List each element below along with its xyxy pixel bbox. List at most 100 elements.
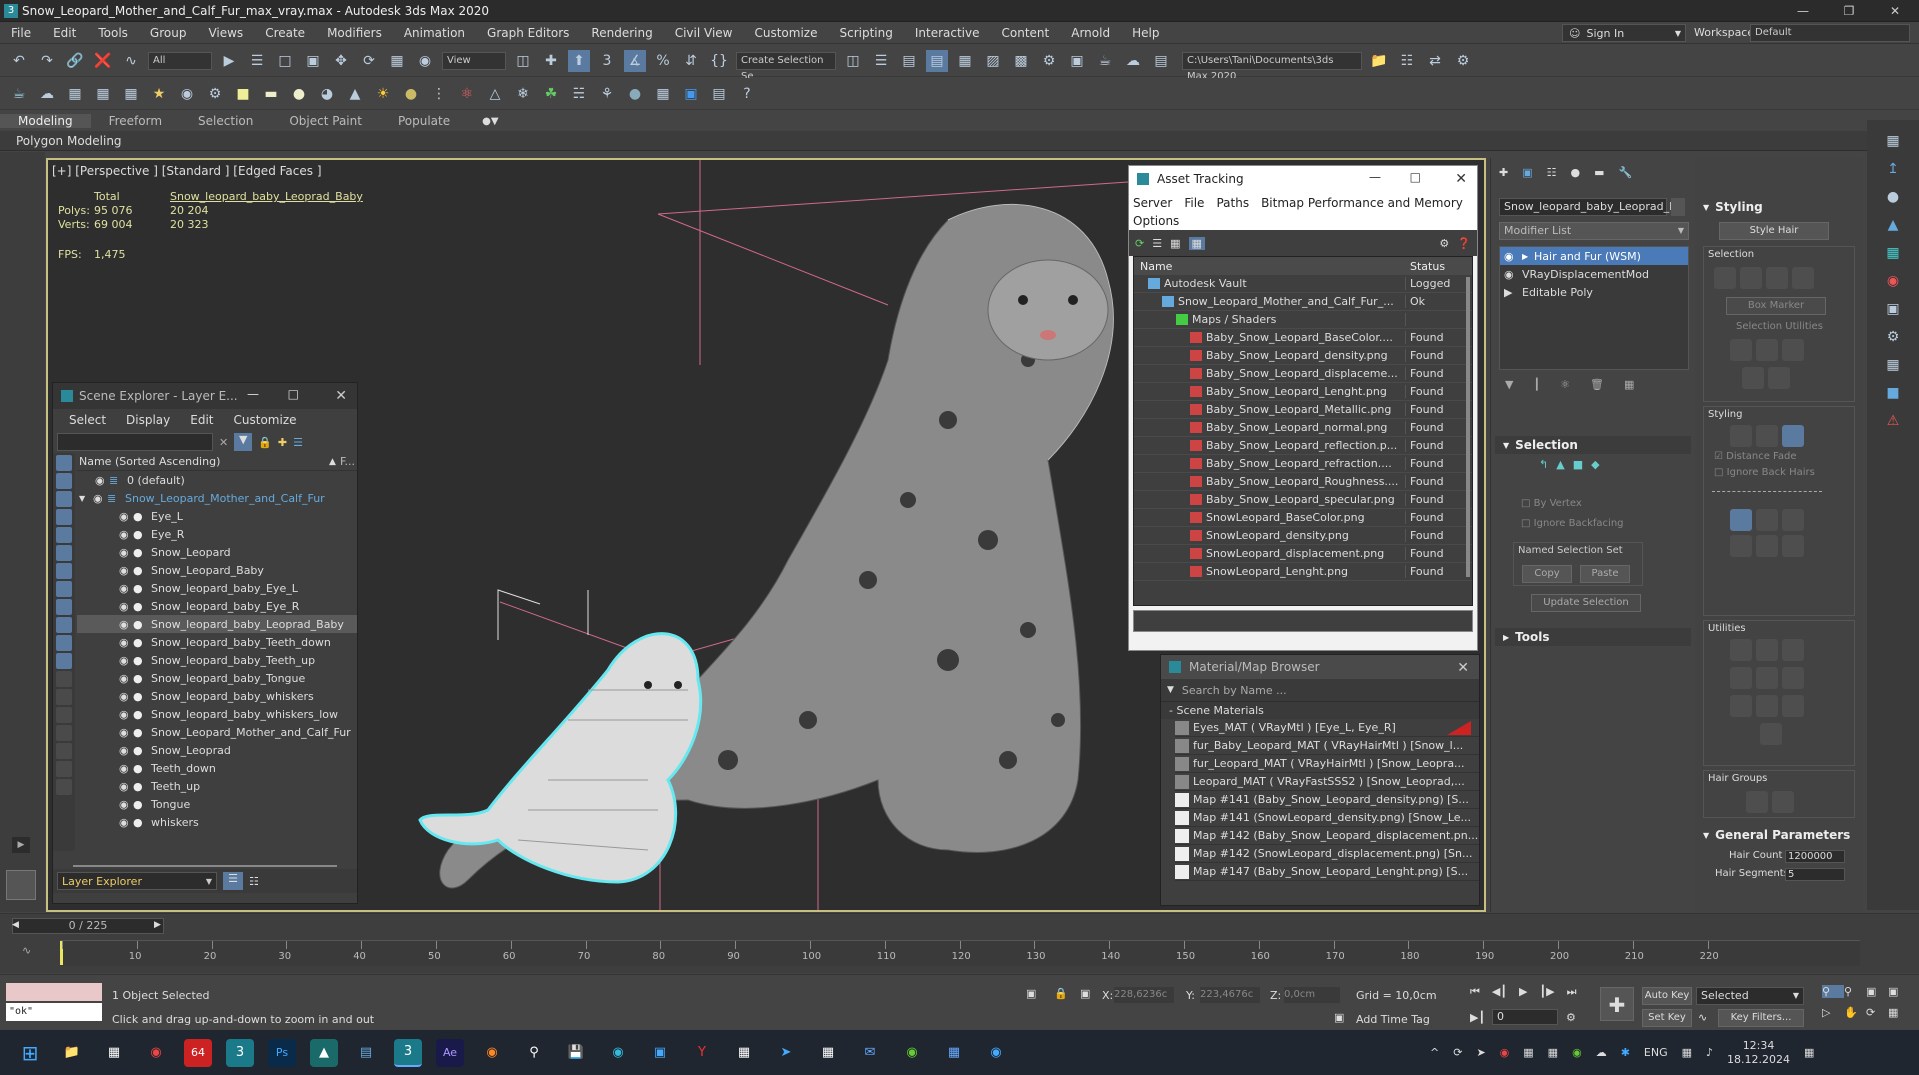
cone-icon[interactable]: ▲ [344, 83, 366, 105]
screen-tray-icon[interactable]: ▦ [1523, 1046, 1533, 1059]
minimize-icon[interactable]: — [1369, 170, 1381, 184]
menu-customize[interactable]: Customize [743, 26, 828, 40]
time-slider[interactable]: 0 / 225 [12, 918, 164, 934]
bind-space-warp-icon[interactable]: ∿ [120, 50, 142, 72]
material-browser-window[interactable]: Material/Map Browser ✕ ▼ Search by Name … [1160, 654, 1480, 906]
select-hair-icon[interactable] [1714, 267, 1736, 289]
ignore-backfacing-row[interactable]: □ Ignore Backfacing [1521, 518, 1624, 529]
selection-filter-dropdown[interactable]: All [148, 51, 212, 70]
material-item[interactable]: Map #142 (Baby_Snow_Leopard_displacement… [1175, 827, 1479, 845]
scene-item[interactable]: ◉ ● Snow_Leopard_Mother_and_Calf_Fur [77, 723, 357, 741]
scale-hair-icon[interactable] [1782, 535, 1804, 557]
asset-row[interactable]: Baby_Snow_Leopard_refraction.... Found [1134, 455, 1472, 473]
explorer-type-dropdown[interactable]: Layer Explorer ▼ [57, 872, 217, 890]
sphere-icon[interactable]: ● [288, 83, 310, 105]
menu-edit[interactable]: Edit [42, 26, 87, 40]
expand-icon[interactable]: ▶ [1504, 286, 1522, 299]
zoom-extents-all-icon[interactable]: ▣ [1888, 985, 1910, 998]
lock-icon[interactable]: 🔒 [258, 436, 272, 449]
ribbon-tab-populate[interactable]: Populate [380, 114, 468, 128]
material-editor-icon[interactable]: ▩ [1010, 50, 1032, 72]
chrome-icon[interactable]: ◉ [142, 1039, 170, 1067]
hide-selected-icon[interactable] [1742, 367, 1764, 389]
select-roots-icon[interactable] [1766, 267, 1788, 289]
max-2019-icon[interactable]: 3 [226, 1038, 254, 1067]
percent-snap-icon[interactable]: % [652, 50, 674, 72]
motion-tab-icon[interactable]: ● [1571, 166, 1581, 179]
scene-item[interactable]: ◉ ● Snow_leopard_baby_Teeth_up [77, 651, 357, 669]
plant-icon[interactable]: ☘ [540, 83, 562, 105]
name-column-header[interactable]: Name (Sorted Ascending) [79, 455, 220, 468]
material-item[interactable]: Map #142 (SnowLeopard_displacement.png) … [1175, 845, 1479, 863]
key-mode-icon[interactable]: ▶┃ [1470, 1011, 1485, 1024]
vray-icon[interactable]: ▣ [680, 83, 702, 105]
asset-row[interactable]: Baby_Snow_Leopard_specular.png Found [1134, 491, 1472, 509]
save-icon[interactable]: 💾 [562, 1039, 590, 1067]
scene-item[interactable]: ◉ ● Teeth_down [77, 759, 357, 777]
menu-modifiers[interactable]: Modifiers [316, 26, 393, 40]
hair-brush-icon[interactable] [1730, 425, 1752, 447]
menu-tools[interactable]: Tools [87, 26, 139, 40]
menu-arnold[interactable]: Arnold [1060, 26, 1121, 40]
by-vertex-row[interactable]: □ By Vertex [1521, 498, 1582, 509]
expand-icon[interactable]: ▼ [79, 494, 89, 503]
scene-item[interactable]: ◉ ● Snow_leopard_baby_Teeth_down [77, 633, 357, 651]
torrent-icon[interactable]: ◉ [898, 1039, 926, 1067]
material-item[interactable]: Map #147 (Baby_Snow_Leopard_Lenght.png) … [1175, 863, 1479, 881]
modifier-stack-item[interactable]: ◉ ▶ Hair and Fur (WSM) [1500, 247, 1688, 265]
scene-item[interactable]: ◉ ● Snow_leopard_baby_Tongue [77, 669, 357, 687]
asset-row[interactable]: SnowLeopard_Lenght.png Found [1134, 563, 1472, 581]
photoshop-icon[interactable]: Ps [268, 1038, 296, 1067]
link-icon[interactable]: 🔗 [64, 50, 86, 72]
material-item[interactable]: Map #141 (SnowLeopard_density.png) [Snow… [1175, 809, 1479, 827]
visibility-icon[interactable]: ◉ [119, 798, 133, 811]
render-setup-icon[interactable]: ⚙ [1038, 50, 1060, 72]
checker-icon[interactable]: ▦ [1882, 130, 1904, 152]
show-hidden-icon[interactable] [1768, 367, 1790, 389]
viewport-layout-icon[interactable] [6, 870, 36, 900]
asset-menu-file[interactable]: File [1184, 194, 1204, 212]
asset-row[interactable]: Baby_Snow_Leopard_Roughness.... Found [1134, 473, 1472, 491]
after-effects-icon[interactable]: Ae [436, 1038, 464, 1067]
update-selection-button[interactable]: Update Selection [1531, 594, 1641, 612]
app-orange-icon[interactable]: ◉ [478, 1039, 506, 1067]
explorer-filter-icon[interactable] [56, 491, 72, 507]
visibility-icon[interactable]: ◉ [119, 780, 133, 793]
explorer-filter-icon[interactable] [56, 779, 72, 795]
asset-row[interactable]: Baby_Snow_Leopard_Lenght.png Found [1134, 383, 1472, 401]
show-end-result-icon[interactable]: ┃ [1533, 378, 1540, 391]
explorer-filter-icon[interactable] [56, 653, 72, 669]
auto-key-button[interactable]: Auto Key [1642, 987, 1692, 1005]
app-green-icon[interactable]: ▲ [310, 1038, 338, 1067]
palette-icon[interactable]: ◉ [1882, 270, 1904, 292]
listener-color[interactable] [6, 983, 102, 1001]
camera-app-icon[interactable]: ◉ [982, 1039, 1010, 1067]
help-icon[interactable]: ? [736, 83, 758, 105]
clear-icon[interactable]: ✕ [219, 436, 228, 449]
asset-row[interactable]: Maps / Shaders [1134, 311, 1472, 329]
hierarchy-icon[interactable]: ☷ [249, 875, 259, 888]
explorer-menu-display[interactable]: Display [126, 413, 170, 427]
visibility-icon[interactable]: ◉ [119, 672, 133, 685]
lock-selection-icon[interactable]: 🔒 [1054, 987, 1068, 1000]
visibility-icon[interactable]: ◉ [119, 564, 133, 577]
tool-a-icon[interactable]: ⚙ [1882, 326, 1904, 348]
name-column-header[interactable]: Name [1134, 260, 1406, 273]
asset-menu-server[interactable]: Server [1133, 194, 1172, 212]
asset-row[interactable]: Baby_Snow_Leopard_density.png Found [1134, 347, 1472, 365]
zoom-icon[interactable]: ⚲ [1822, 985, 1844, 998]
lamp-icon[interactable]: ★ [148, 83, 170, 105]
split-groups-icon[interactable] [1746, 791, 1768, 813]
detail-view-icon[interactable]: ▦ [1170, 237, 1180, 250]
time-config-icon[interactable]: ⚙ [1566, 1011, 1576, 1024]
explorer-filter-icon[interactable] [56, 671, 72, 687]
terminal-icon[interactable]: ▦ [730, 1039, 758, 1067]
remove-modifier-icon[interactable]: 🗑 [1590, 378, 1604, 391]
explorer-menu-edit[interactable]: Edit [190, 413, 213, 427]
menu-group[interactable]: Group [139, 26, 198, 40]
scene-item[interactable]: ◉ ● Snow_leopard_baby_whiskers_low [77, 705, 357, 723]
minimize-icon[interactable]: — [247, 387, 259, 401]
material-browser-header[interactable]: Material/Map Browser ✕ [1161, 655, 1479, 679]
asset-tracking-path-field[interactable] [1133, 610, 1473, 632]
scene-item[interactable]: ◉ ● Eye_R [77, 525, 357, 543]
